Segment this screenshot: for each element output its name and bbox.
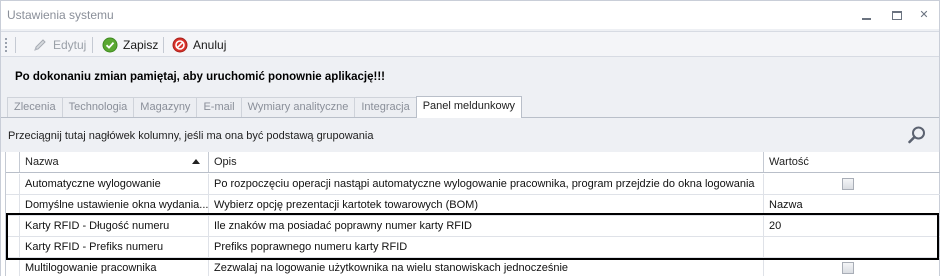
row-indicator-header	[6, 152, 20, 172]
row-indicator	[6, 258, 20, 276]
column-header-name-label: Nazwa	[25, 156, 59, 168]
setting-name: Multilogowanie pracownika	[20, 258, 209, 276]
setting-description: Prefiks poprawnego numeru karty RFID	[209, 237, 764, 257]
group-by-hint: Przeciągnij tutaj nagłówek kolumny, jeśl…	[8, 130, 374, 142]
table-row[interactable]: Multilogowanie pracownika Zezwalaj na lo…	[6, 258, 940, 276]
setting-description: Wybierz opcję prezentacji kartotek towar…	[209, 195, 764, 215]
tab-magazyny[interactable]: Magazyny	[133, 97, 198, 118]
toolbar-grip-icon[interactable]	[5, 38, 7, 52]
table-row[interactable]: Karty RFID - Długość numeru Ile znaków m…	[6, 216, 940, 237]
toolbar-separator	[163, 37, 164, 53]
table-row[interactable]: Karty RFID - Prefiks numeru Prefiks popr…	[6, 237, 940, 258]
setting-name: Domyślne ustawienie okna wydania...	[20, 195, 209, 215]
setting-value[interactable]	[764, 258, 940, 276]
tab-wymiary-analityczne[interactable]: Wymiary analityczne	[240, 97, 356, 118]
settings-window: Ustawienia systemu ✕ Edytuj Zapisz Anulu…	[0, 0, 940, 276]
close-icon[interactable]: ✕	[917, 9, 931, 23]
cancel-button[interactable]: Anuluj	[169, 35, 229, 55]
window-title: Ustawienia systemu	[7, 8, 114, 22]
pencil-icon	[34, 39, 46, 51]
settings-grid: Nazwa Opis Wartość Automatyczne wylogowa…	[5, 152, 940, 276]
setting-value[interactable]: 20	[764, 216, 940, 236]
minimize-icon[interactable]	[860, 9, 874, 23]
table-row[interactable]: Domyślne ustawienie okna wydania... Wybi…	[6, 195, 940, 216]
setting-checkbox[interactable]	[842, 178, 854, 190]
maximize-icon[interactable]	[890, 9, 904, 23]
tab-technologia[interactable]: Technologia	[61, 97, 135, 118]
tab-integracja[interactable]: Integracja	[354, 97, 417, 118]
tab-email[interactable]: E-mail	[196, 97, 242, 118]
setting-description: Ile znaków ma posiadać poprawny numer ka…	[209, 216, 764, 236]
title-bar: Ustawienia systemu ✕	[1, 1, 939, 29]
group-by-panel[interactable]: Przeciągnij tutaj nagłówek kolumny, jeśl…	[1, 118, 939, 152]
sort-ascending-icon	[192, 159, 200, 164]
grid-header: Nazwa Opis Wartość	[6, 152, 940, 173]
search-icon[interactable]	[907, 125, 927, 145]
column-header-value[interactable]: Wartość	[764, 152, 940, 172]
setting-description: Zezwalaj na logowanie użytkownika na wie…	[209, 258, 764, 276]
edit-button[interactable]: Edytuj	[29, 35, 89, 55]
checkmark-icon	[102, 37, 118, 53]
cancel-icon	[172, 37, 188, 53]
tab-zlecenia[interactable]: Zlecenia	[7, 97, 63, 118]
toolbar-separator	[92, 37, 93, 53]
table-row[interactable]: Automatyczne wylogowanie Po rozpoczęciu …	[6, 174, 940, 195]
restart-notice: Po dokonaniu zmian pamiętaj, aby uruchom…	[15, 71, 385, 83]
save-button[interactable]: Zapisz	[99, 35, 161, 55]
column-header-desc[interactable]: Opis	[209, 152, 764, 172]
setting-value[interactable]	[764, 237, 940, 257]
tab-panel-meldunkowy[interactable]: Panel meldunkowy	[415, 96, 523, 118]
cancel-button-label: Anuluj	[193, 38, 227, 52]
setting-value[interactable]	[764, 174, 940, 194]
settings-tabs: Zlecenia Technologia Magazyny E-mail Wym…	[7, 96, 523, 118]
row-indicator	[6, 216, 20, 236]
setting-name: Karty RFID - Długość numeru	[20, 216, 209, 236]
row-indicator	[6, 195, 20, 215]
setting-checkbox[interactable]	[842, 262, 854, 274]
setting-name: Automatyczne wylogowanie	[20, 174, 209, 194]
toolbar: Edytuj Zapisz Anuluj	[1, 31, 939, 57]
setting-description: Po rozpoczęciu operacji nastąpi automaty…	[209, 174, 764, 194]
setting-value[interactable]: Nazwa	[764, 195, 940, 215]
toolbar-separator	[15, 37, 16, 53]
save-button-label: Zapisz	[123, 38, 159, 52]
edit-button-label: Edytuj	[53, 38, 87, 52]
row-indicator	[6, 174, 20, 194]
setting-name: Karty RFID - Prefiks numeru	[20, 237, 209, 257]
column-header-name[interactable]: Nazwa	[20, 152, 209, 172]
tab-content-panel: Przeciągnij tutaj nagłówek kolumny, jeśl…	[1, 117, 940, 276]
row-indicator	[6, 237, 20, 257]
